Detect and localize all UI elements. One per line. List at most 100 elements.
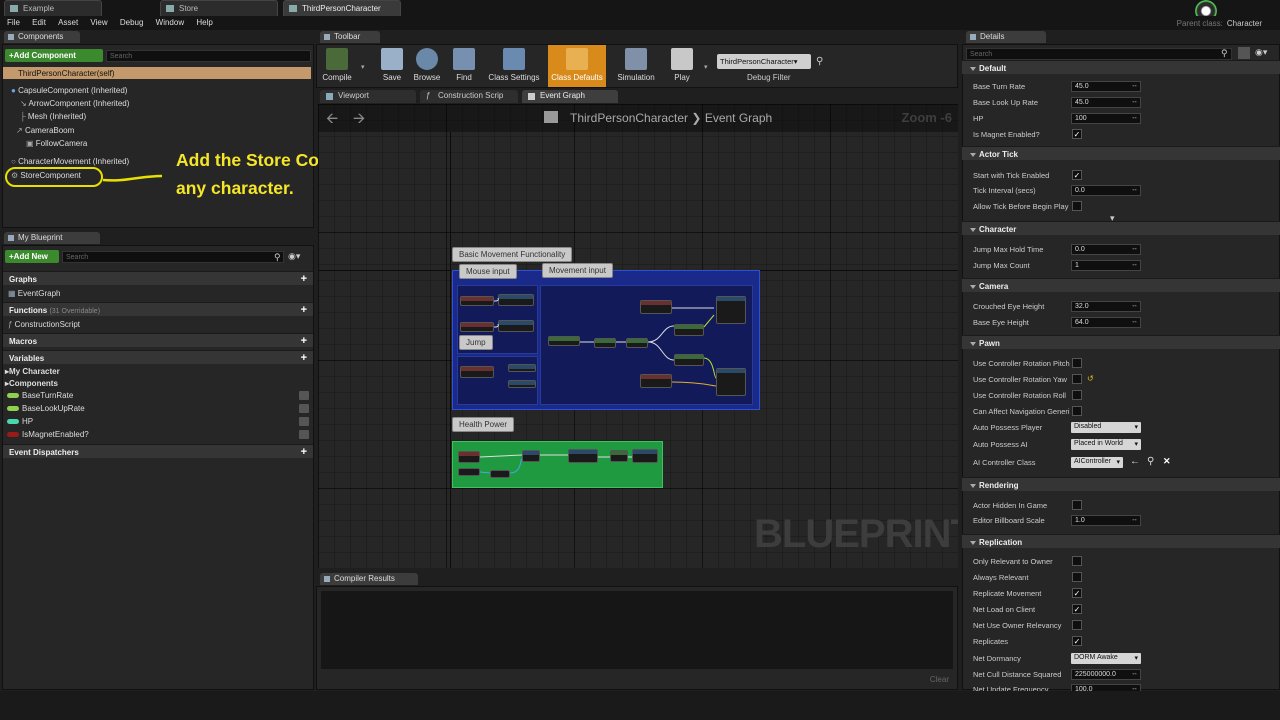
details-section-rendering[interactable]: Rendering bbox=[962, 477, 1280, 491]
add-dispatcher-icon[interactable]: + bbox=[301, 447, 307, 458]
expand-advanced-icon[interactable]: ▾ bbox=[1110, 213, 1115, 224]
property-checkbox[interactable]: ✓ bbox=[1072, 604, 1082, 614]
class-defaults-button[interactable]: Class Defaults bbox=[548, 45, 606, 87]
variable-item[interactable]: IsMagnetEnabled? bbox=[7, 430, 313, 439]
property-matrix-icon[interactable] bbox=[1238, 47, 1250, 59]
browse-button[interactable]: Browse bbox=[408, 48, 446, 84]
property-checkbox[interactable] bbox=[1072, 500, 1082, 510]
property-dropdown[interactable]: AIController ▾ bbox=[1071, 457, 1123, 468]
tab-store[interactable]: Store bbox=[160, 0, 278, 16]
property-value-input[interactable]: 1.0 ↔ bbox=[1071, 515, 1141, 526]
component-item[interactable]: ↘ ArrowComponent (Inherited) bbox=[20, 99, 129, 108]
add-macro-icon[interactable]: + bbox=[301, 336, 307, 347]
parent-class-link[interactable]: Character bbox=[1227, 19, 1262, 28]
variable-item[interactable]: HP bbox=[7, 417, 313, 426]
construction-script-item[interactable]: ƒ ConstructionScript bbox=[8, 320, 80, 329]
comment-title-health-power[interactable]: Health Power bbox=[452, 417, 515, 432]
forward-arrow-icon[interactable]: 🡪 bbox=[353, 108, 365, 133]
menu-file[interactable]: File bbox=[7, 16, 20, 29]
variable-item[interactable]: BaseTurnRate bbox=[7, 391, 313, 400]
property-checkbox[interactable] bbox=[1072, 620, 1082, 630]
variables-section[interactable]: Variables + bbox=[3, 350, 313, 364]
menu-asset[interactable]: Asset bbox=[58, 16, 78, 29]
property-checkbox[interactable] bbox=[1072, 572, 1082, 582]
tab-example[interactable]: Example bbox=[4, 0, 102, 16]
add-new-button[interactable]: +Add New bbox=[5, 250, 59, 263]
details-search-input[interactable]: Search bbox=[966, 48, 1232, 60]
clear-button[interactable]: Clear bbox=[930, 675, 949, 684]
property-value-input[interactable]: 0.0 ↔ bbox=[1071, 185, 1141, 196]
property-value-input[interactable]: 45.0 ↔ bbox=[1071, 97, 1141, 108]
eye-icon[interactable]: ◉▾ bbox=[1255, 47, 1267, 58]
menu-view[interactable]: View bbox=[90, 16, 107, 29]
compile-button[interactable]: Compile bbox=[318, 48, 356, 84]
details-tab[interactable]: Details bbox=[966, 31, 1046, 43]
use-selected-arrow-icon[interactable]: ← bbox=[1130, 456, 1140, 467]
comment-title-movement-input[interactable]: Movement input bbox=[542, 263, 613, 278]
property-checkbox[interactable]: ✓ bbox=[1072, 588, 1082, 598]
property-checkbox[interactable]: ✓ bbox=[1072, 636, 1082, 646]
tab-construction-script[interactable]: ƒ Construction Scrip bbox=[420, 90, 518, 103]
tab-third-person-character[interactable]: ThirdPersonCharacter bbox=[283, 0, 401, 16]
comment-title-basic-movement[interactable]: Basic Movement Functionality bbox=[452, 247, 573, 262]
clear-x-icon[interactable]: ✕ bbox=[1163, 456, 1171, 467]
menu-edit[interactable]: Edit bbox=[32, 16, 46, 29]
menu-debug[interactable]: Debug bbox=[120, 16, 144, 29]
visibility-icon[interactable] bbox=[299, 417, 309, 426]
add-component-button[interactable]: +Add Component bbox=[5, 49, 103, 62]
toolbar-tab[interactable]: Toolbar bbox=[320, 31, 380, 43]
property-value-input[interactable]: 0.0 ↔ bbox=[1071, 244, 1141, 255]
property-value-input[interactable]: 225000000.0 ↔ bbox=[1071, 669, 1141, 680]
property-dropdown[interactable]: DORM Awake ▾ bbox=[1071, 653, 1141, 664]
visibility-icon[interactable] bbox=[299, 404, 309, 413]
comment-title-mouse-input[interactable]: Mouse input bbox=[459, 264, 517, 279]
property-checkbox[interactable] bbox=[1072, 556, 1082, 566]
variable-category-my-character[interactable]: ▸My Character bbox=[5, 367, 60, 376]
component-item[interactable]: ● CapsuleComponent (Inherited) bbox=[11, 86, 127, 95]
details-section-actor-tick[interactable]: Actor Tick bbox=[962, 146, 1280, 160]
play-button[interactable]: Play bbox=[663, 48, 701, 84]
menu-help[interactable]: Help bbox=[196, 16, 212, 29]
class-settings-button[interactable]: Class Settings bbox=[485, 48, 543, 84]
debug-search-icon[interactable]: ⚲ bbox=[816, 56, 823, 67]
details-section-character[interactable]: Character bbox=[962, 221, 1280, 235]
property-value-input[interactable]: 32.0 ↔ bbox=[1071, 301, 1141, 312]
event-graph-canvas[interactable]: 🡨 🡪 ThirdPersonCharacter ❯ Event Graph Z… bbox=[318, 104, 958, 568]
details-section-pawn[interactable]: Pawn bbox=[962, 335, 1280, 349]
graphs-section[interactable]: Graphs + bbox=[3, 271, 313, 285]
my-blueprint-search-input[interactable]: Search bbox=[62, 251, 284, 263]
compiler-results-tab[interactable]: Compiler Results bbox=[320, 573, 418, 585]
back-arrow-icon[interactable]: 🡨 bbox=[326, 108, 338, 133]
property-checkbox[interactable] bbox=[1072, 358, 1082, 368]
property-value-input[interactable]: 100 ↔ bbox=[1071, 113, 1141, 124]
property-dropdown[interactable]: Disabled ▾ bbox=[1071, 422, 1141, 433]
debug-object-select[interactable]: ThirdPersonCharacter▾ bbox=[717, 54, 811, 69]
property-checkbox[interactable] bbox=[1072, 201, 1082, 211]
tab-viewport[interactable]: Viewport bbox=[320, 90, 416, 103]
compile-options-icon[interactable]: ▾ bbox=[361, 63, 365, 71]
component-item[interactable]: ○ CharacterMovement (Inherited) bbox=[11, 157, 129, 166]
find-button[interactable]: Find bbox=[445, 48, 483, 84]
component-item[interactable]: ▣ FollowCamera bbox=[26, 139, 87, 148]
details-section-default[interactable]: Default bbox=[962, 60, 1280, 74]
property-dropdown[interactable]: Placed in World ▾ bbox=[1071, 439, 1141, 450]
event-dispatchers-section[interactable]: Event Dispatchers + bbox=[3, 444, 313, 458]
menu-window[interactable]: Window bbox=[156, 16, 184, 29]
eye-icon[interactable]: ◉▾ bbox=[288, 251, 300, 262]
save-button[interactable]: Save bbox=[373, 48, 411, 84]
variable-category-components[interactable]: ▸Components bbox=[5, 379, 58, 388]
details-section-replication[interactable]: Replication bbox=[962, 534, 1280, 548]
reset-default-icon[interactable]: ↺ bbox=[1087, 374, 1094, 383]
event-graph-item[interactable]: ▦ EventGraph bbox=[8, 289, 60, 298]
comment-title-jump[interactable]: Jump bbox=[459, 335, 493, 350]
components-tab[interactable]: Components bbox=[4, 31, 80, 43]
simulation-button[interactable]: Simulation bbox=[613, 48, 659, 84]
visibility-icon[interactable] bbox=[299, 430, 309, 439]
macros-section[interactable]: Macros + bbox=[3, 333, 313, 347]
add-function-icon[interactable]: + bbox=[301, 305, 307, 316]
component-item[interactable]: ├ Mesh (Inherited) bbox=[20, 112, 86, 121]
components-search-input[interactable]: Search bbox=[106, 50, 311, 62]
property-checkbox[interactable] bbox=[1072, 390, 1082, 400]
browse-search-icon[interactable]: ⚲ bbox=[1147, 456, 1154, 467]
visibility-icon[interactable] bbox=[299, 391, 309, 400]
